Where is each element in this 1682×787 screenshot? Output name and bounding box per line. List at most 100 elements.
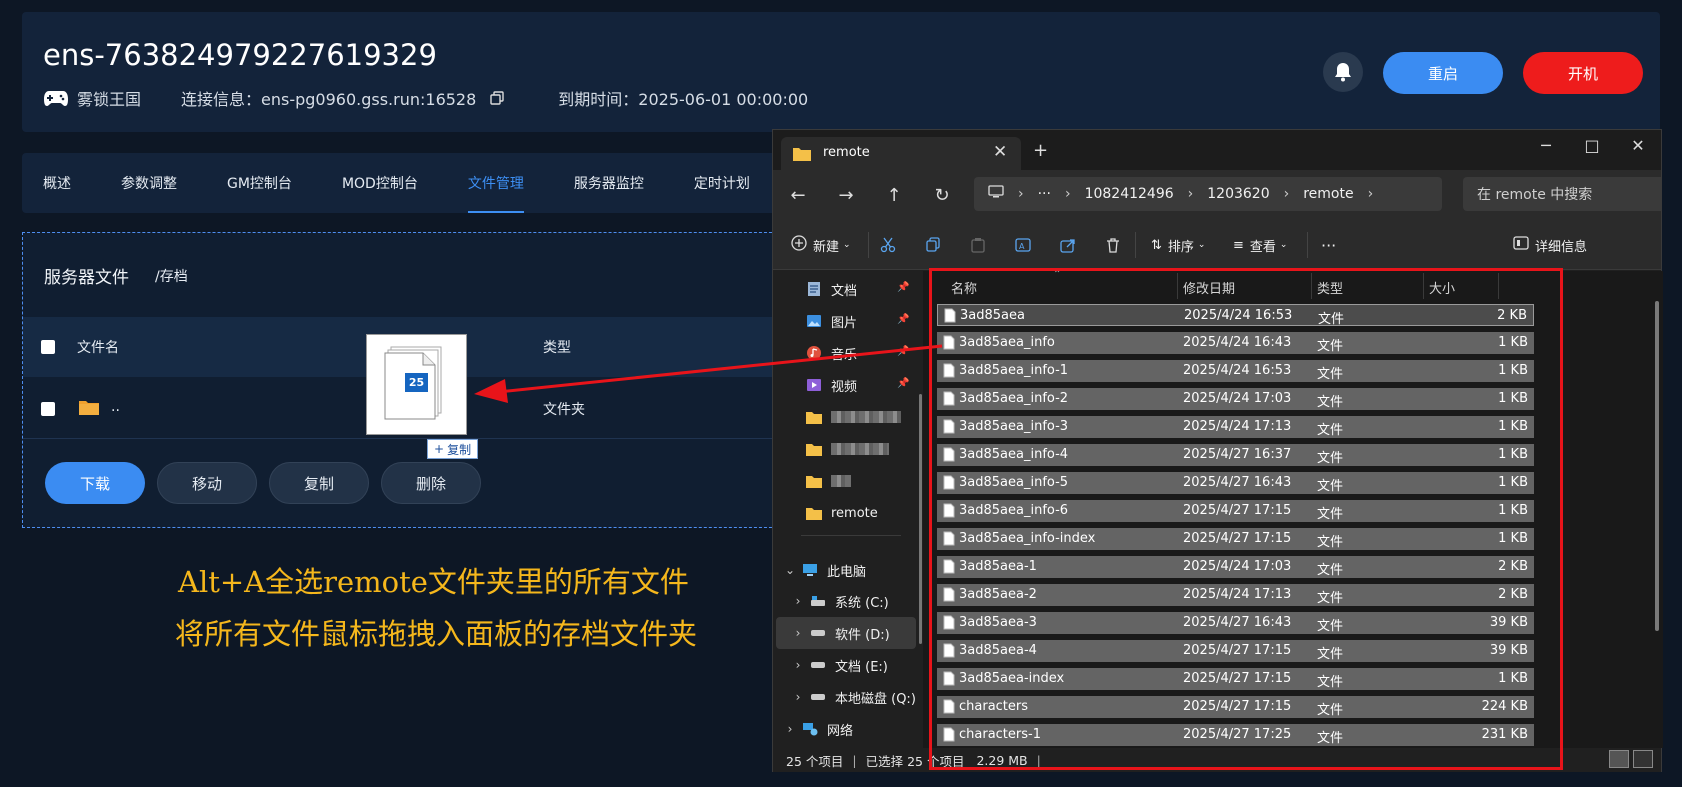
- explorer-toolbar: 新建 ⌄ A ⇅ 排序 ⌄ ≡ 查看 ⌄ ··· 详细信息: [773, 220, 1661, 270]
- nav-label: remote: [831, 505, 878, 521]
- up-arrow-icon[interactable]: ↑: [879, 182, 909, 208]
- chevron-right-icon[interactable]: ›: [791, 626, 805, 640]
- copy-icon[interactable]: [484, 89, 510, 107]
- chevron-right-icon[interactable]: ›: [791, 690, 805, 704]
- drag-preview: 25: [366, 334, 467, 435]
- share-icon[interactable]: [1055, 232, 1081, 258]
- new-button[interactable]: 新建 ⌄: [791, 232, 851, 258]
- nav-scrollbar[interactable]: [919, 394, 922, 644]
- nav-item-videos[interactable]: 视频 📌: [773, 369, 919, 401]
- tab-schedule[interactable]: 定时计划: [694, 153, 750, 213]
- breadcrumb-item[interactable]: 1203620: [1207, 186, 1269, 202]
- breadcrumb-item[interactable]: 1082412496: [1085, 186, 1174, 202]
- navigation-pane: 文档 📌 图片 📌 音乐 📌 视频 📌 remote ⌄ 此电脑 › 系统 (C…: [773, 271, 919, 748]
- expiry-info: 到期时间：2025-06-01 00:00:00: [558, 90, 809, 109]
- new-tab-icon[interactable]: +: [1033, 140, 1048, 161]
- chevron-right-icon[interactable]: ›: [783, 722, 797, 736]
- nav-item-hidden-folder[interactable]: [773, 401, 919, 433]
- plus-circle-icon: [791, 235, 807, 255]
- nav-item-hidden-folder[interactable]: [773, 465, 919, 497]
- tab-gm-console[interactable]: GM控制台: [227, 153, 292, 213]
- chevron-down-icon[interactable]: ⌄: [783, 563, 797, 577]
- tab-server-monitor[interactable]: 服务器监控: [574, 153, 644, 213]
- nav-label: 音乐: [831, 347, 858, 363]
- panel-path: /存档: [155, 269, 188, 285]
- start-button[interactable]: 开机: [1523, 52, 1643, 94]
- select-all-checkbox[interactable]: [41, 340, 55, 354]
- tab-file-management[interactable]: 文件管理: [467, 153, 524, 213]
- download-button[interactable]: 下载: [45, 462, 145, 504]
- nav-item-drive-e[interactable]: › 文档 (E:): [773, 649, 919, 681]
- back-arrow-icon[interactable]: ←: [783, 182, 813, 208]
- cut-icon[interactable]: [875, 232, 901, 258]
- new-label: 新建: [813, 239, 840, 255]
- annotation-line-2: 将所有文件鼠标拖拽入面板的存档文件夹: [175, 617, 698, 651]
- tab-overview[interactable]: 概述: [43, 153, 71, 213]
- explorer-search-input[interactable]: 在 remote 中搜索: [1463, 177, 1661, 211]
- maximize-icon[interactable]: □: [1569, 136, 1615, 155]
- pin-icon: 📌: [897, 314, 910, 325]
- explorer-tab-title: remote: [823, 145, 870, 160]
- address-bar[interactable]: › ··· › 1082412496 › 1203620 › remote ›: [974, 177, 1442, 211]
- copy-button[interactable]: 复制: [269, 462, 369, 504]
- large-icons-view-icon[interactable]: [1633, 750, 1653, 768]
- close-icon[interactable]: ✕: [993, 142, 1007, 162]
- row-checkbox[interactable]: [41, 402, 55, 416]
- copy-icon[interactable]: [920, 232, 946, 258]
- details-label: 详细信息: [1535, 239, 1588, 255]
- explorer-titlebar: remote ✕ + ─ □ ✕: [773, 130, 1661, 170]
- nav-item-drive-q[interactable]: › 本地磁盘 (Q:): [773, 681, 919, 713]
- sort-icon: ⇅: [1151, 237, 1162, 253]
- sort-label: 排序: [1167, 239, 1194, 255]
- nav-label: 文档: [831, 283, 858, 299]
- move-button[interactable]: 移动: [157, 462, 257, 504]
- chevron-right-icon[interactable]: ›: [791, 658, 805, 672]
- system-drive-icon: [809, 593, 827, 609]
- more-options-button[interactable]: ···: [1321, 232, 1336, 258]
- bell-icon[interactable]: [1323, 52, 1363, 92]
- nav-item-remote[interactable]: remote: [773, 497, 919, 529]
- music-icon: [805, 345, 823, 361]
- view-button[interactable]: ≡ 查看 ⌄: [1233, 232, 1287, 258]
- forward-arrow-icon[interactable]: →: [831, 182, 861, 208]
- nav-label: 此电脑: [827, 564, 867, 580]
- video-icon: [805, 377, 823, 393]
- breadcrumb-more[interactable]: ···: [1038, 186, 1051, 202]
- nav-item-hidden-folder[interactable]: [773, 433, 919, 465]
- details-pane-button[interactable]: 详细信息: [1513, 232, 1587, 258]
- nav-item-drive-c[interactable]: › 系统 (C:): [773, 585, 919, 617]
- sort-button[interactable]: ⇅ 排序 ⌄: [1151, 232, 1205, 258]
- nav-label: 图片: [831, 315, 858, 331]
- selection-highlight-box: [929, 268, 1563, 770]
- minimize-icon[interactable]: ─: [1523, 136, 1569, 155]
- details-view-icon[interactable]: [1609, 750, 1629, 768]
- delete-button[interactable]: 删除: [381, 462, 481, 504]
- nav-item-pictures[interactable]: 图片 📌: [773, 305, 919, 337]
- panel-title: 服务器文件: [44, 268, 129, 288]
- redacted-label: [831, 475, 851, 487]
- explorer-tab[interactable]: remote ✕: [781, 137, 1021, 170]
- gamepad-icon: [43, 89, 69, 107]
- nav-item-this-pc[interactable]: ⌄ 此电脑: [773, 554, 919, 586]
- tab-params[interactable]: 参数调整: [121, 153, 177, 213]
- document-icon: [805, 281, 823, 297]
- file-list-scrollbar[interactable]: [1655, 301, 1659, 631]
- row-type: 文件夹: [543, 402, 585, 418]
- nav-item-drive-d[interactable]: › 软件 (D:): [773, 617, 919, 649]
- tab-mod-console[interactable]: MOD控制台: [342, 153, 418, 213]
- chevron-right-icon[interactable]: ›: [791, 594, 805, 608]
- rename-icon[interactable]: A: [1010, 232, 1036, 258]
- nav-item-documents[interactable]: 文档 📌: [773, 273, 919, 305]
- window-close-icon[interactable]: ✕: [1615, 136, 1661, 155]
- network-icon: [801, 721, 819, 737]
- annotation-line-1: Alt+A全选remote文件夹里的所有文件: [178, 565, 689, 599]
- restart-button[interactable]: 重启: [1383, 52, 1503, 94]
- trash-icon[interactable]: [1100, 232, 1126, 258]
- nav-item-network[interactable]: › 网络: [773, 713, 919, 745]
- drive-icon: [809, 625, 827, 641]
- nav-item-music[interactable]: 音乐 📌: [773, 337, 919, 369]
- row-name[interactable]: ..: [111, 399, 120, 415]
- breadcrumb-item[interactable]: remote: [1303, 186, 1353, 202]
- refresh-icon[interactable]: ↻: [927, 182, 957, 208]
- folder-icon: [78, 398, 100, 416]
